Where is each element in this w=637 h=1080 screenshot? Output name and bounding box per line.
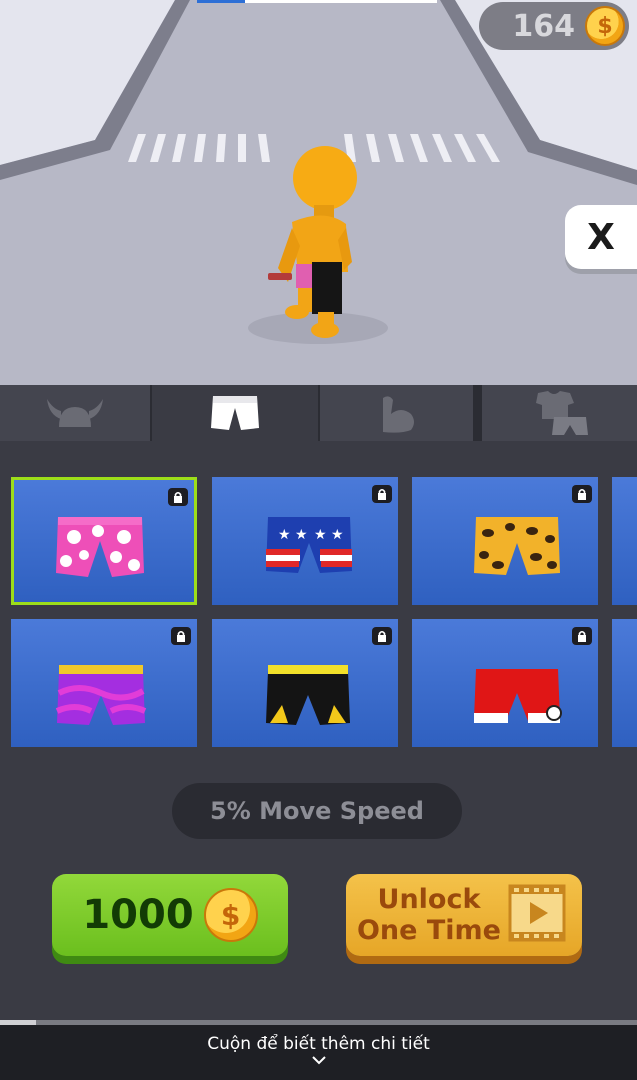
- item-partial[interactable]: [612, 619, 637, 747]
- price-label: 1000: [82, 892, 194, 938]
- coin-count: 164: [512, 8, 575, 44]
- leopard-print-shorts-icon: [474, 517, 560, 575]
- lock-icon: [572, 485, 592, 503]
- item-grid: ★ ★ ★ ★: [0, 441, 637, 761]
- coin-icon: $: [203, 888, 258, 942]
- pink-polka-dot-shorts-icon: [56, 517, 144, 577]
- purple-wave-shorts-icon: [55, 665, 147, 725]
- item-partial[interactable]: [612, 477, 637, 605]
- chevron-down-icon: [311, 1056, 326, 1065]
- unlock-label-line2: One Time: [356, 915, 501, 946]
- svg-text:★ ★: ★ ★: [278, 527, 308, 543]
- lock-icon: [572, 627, 592, 645]
- tab-shorts[interactable]: [152, 385, 318, 441]
- lock-icon: [171, 627, 191, 645]
- item-pink-polka-dot-shorts[interactable]: [11, 477, 197, 605]
- top-progress-fill: [197, 0, 245, 3]
- close-button[interactable]: X: [565, 205, 637, 269]
- shorts-icon: [211, 396, 259, 430]
- tab-helmet[interactable]: [0, 385, 150, 441]
- video-ad-icon: [508, 884, 566, 942]
- lock-icon: [372, 485, 392, 503]
- arm-muscle-icon: [382, 396, 414, 433]
- red-pokeball-shorts-icon: [474, 669, 562, 723]
- street-background: [0, 0, 637, 385]
- usa-flag-shorts-icon: ★ ★ ★ ★: [266, 517, 352, 573]
- viking-helmet-icon: [47, 399, 103, 427]
- scroll-hint-text: Cuộn để biết thêm chi tiết: [207, 1034, 430, 1054]
- tab-outfit[interactable]: [482, 385, 637, 441]
- item-purple-wave-shorts[interactable]: [11, 619, 197, 747]
- item-stat-label: 5% Move Speed: [172, 783, 462, 839]
- outfit-icon: [535, 391, 588, 435]
- unlock-one-time-button[interactable]: Unlock One Time: [346, 874, 582, 956]
- scroll-hint-bar[interactable]: Cuộn để biết thêm chi tiết: [0, 1025, 637, 1080]
- black-yellow-shorts-icon: [266, 665, 350, 725]
- category-tabs: [0, 385, 637, 441]
- svg-text:★ ★: ★ ★: [314, 527, 344, 543]
- item-leopard-print-shorts[interactable]: [412, 477, 598, 605]
- unlock-label-line1: Unlock: [377, 884, 481, 915]
- lock-icon: [168, 488, 188, 506]
- buy-with-coins-button[interactable]: 1000 $: [52, 874, 288, 956]
- item-red-pokeball-shorts[interactable]: [412, 619, 598, 747]
- lock-icon: [372, 627, 392, 645]
- game-scene: 164 $ X: [0, 0, 637, 385]
- coin-icon: $: [585, 6, 625, 46]
- unlock-label: Unlock One Time: [354, 884, 504, 946]
- tab-arm[interactable]: [320, 385, 473, 441]
- item-usa-flag-shorts[interactable]: ★ ★ ★ ★: [212, 477, 398, 605]
- coin-counter: 164 $: [479, 2, 629, 50]
- item-black-yellow-shorts[interactable]: [212, 619, 398, 747]
